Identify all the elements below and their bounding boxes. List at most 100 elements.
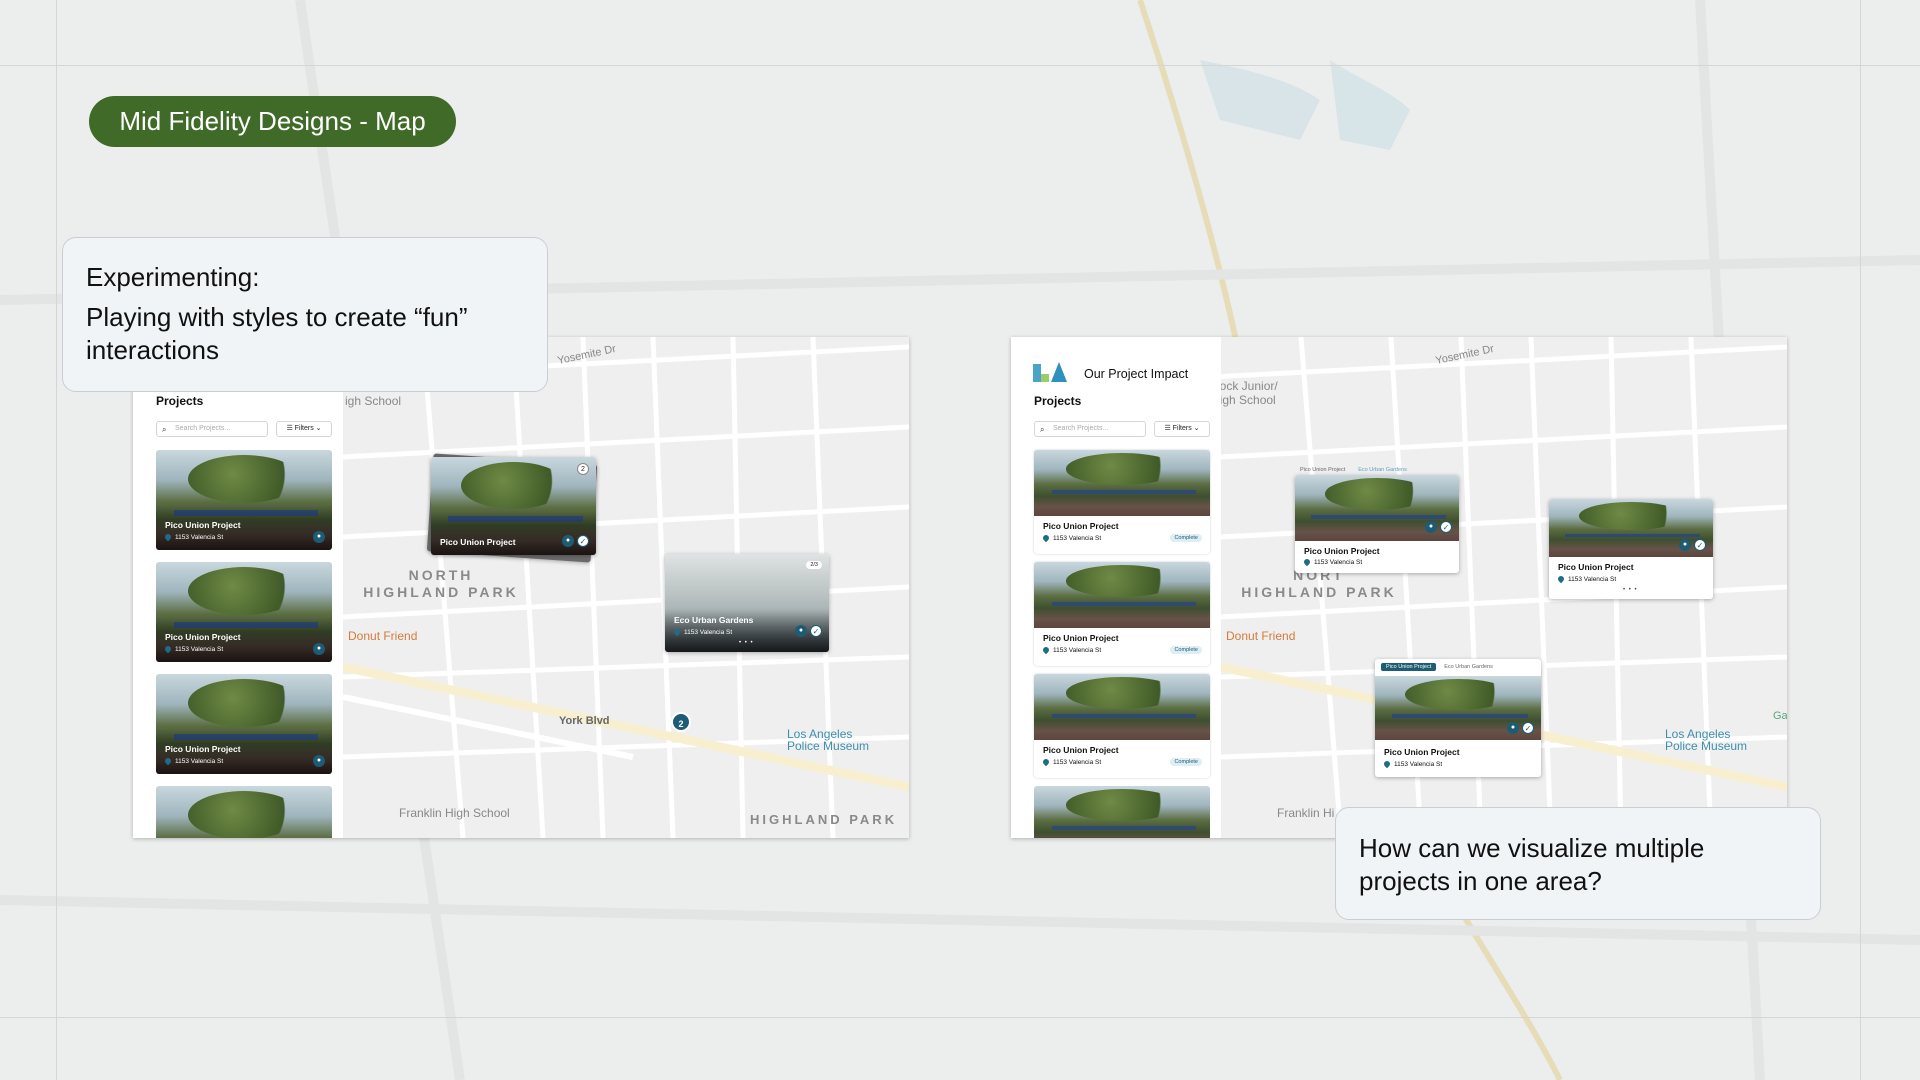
tab-pico-union[interactable]: Pico Union Project [1295,466,1350,474]
check-icon: ✓ [1694,539,1706,551]
card-address: 1153 Valencia St [163,533,223,542]
guide-line-right [1860,0,1861,1080]
card-title: Pico Union Project [165,744,241,754]
filters-button[interactable]: ☰ Filters ⌄ [276,421,332,437]
card-title: Pico Union Project [165,520,241,530]
map-label-franklin: Franklin High School [399,806,510,820]
location-pin-icon [1041,534,1051,543]
map-cluster-marker[interactable]: 2 [671,712,691,732]
note-body: How can we visualize multiple projects i… [1359,833,1705,896]
note-question: How can we visualize multiple projects i… [1335,807,1821,920]
status-badge: Complete [1170,646,1202,654]
carousel-dots: • • • [739,640,754,646]
water-drop-icon: ● [1425,521,1437,533]
status-badge: Complete [1170,758,1202,766]
popup-address: 1153 Valencia St [1382,760,1442,769]
map-label-lapd-museum: Los Angeles Police Museum [1665,727,1748,753]
popup-tabs: Pico Union Project Eco Urban Gardens [1295,466,1415,474]
project-card[interactable]: Pico Union Project 1153 Valencia St Comp… [1034,674,1210,778]
search-input[interactable]: ⌕ Search Projects... [1034,421,1146,437]
water-drop-icon: ● [1679,539,1691,551]
popup-address: 1153 Valencia St [1302,558,1362,567]
title-pill: Mid Fidelity Designs - Map [89,96,456,147]
card-title: Pico Union Project [165,632,241,642]
map-label-franklin: Franklin Hi [1277,806,1335,820]
map-label-rock-junior: Rock Junior/High School [1211,379,1278,407]
project-popup[interactable]: ● ✓ Pico Union Project 1153 Valencia St … [1549,499,1713,599]
project-card[interactable]: Pico Union Project 1153 Valencia St ● [156,562,332,662]
card-address: 1153 Valencia St [163,757,223,766]
water-drop-icon: ● [313,643,325,655]
map-label-donut-friend: Donut Friend [1226,629,1296,643]
map-label-high-school: igh School [345,394,402,408]
search-input[interactable]: ⌕ Search Projects... [156,421,268,437]
card-title: Pico Union Project [1043,633,1119,643]
projects-panel: Our Project Impact Projects ⌕ Search Proj… [1011,337,1221,838]
project-popup-stacked[interactable]: Pico Union Project ● ✓ 2 [431,457,596,555]
popup-title: Pico Union Project [1304,546,1380,556]
project-card[interactable]: Pico Union Project 1153 Valencia St Comp… [1034,450,1210,554]
water-drop-icon: ● [1507,722,1519,734]
brand-logo-icon [1033,362,1067,382]
check-icon: ✓ [1440,521,1452,533]
location-pin-icon [163,533,173,542]
map-label-york: York Blvd [559,715,610,727]
card-address: 1153 Valencia St [1041,534,1101,543]
project-card-partial[interactable] [156,786,332,838]
popup-title: Eco Urban Gardens [674,615,754,625]
popup-title: Pico Union Project [1384,747,1460,757]
card-address: 1153 Valencia St [1041,758,1101,767]
check-icon: ✓ [1522,722,1534,734]
card-title: Pico Union Project [1043,521,1119,531]
popup-tabs: Pico Union Project Eco Urban Gardens [1381,663,1501,671]
location-pin-icon [672,628,682,637]
card-address: 1153 Valencia St [163,645,223,654]
status-badge: Complete [1170,534,1202,542]
map-label-highland-park: HIGHLAND PARK [750,812,898,827]
popup-address: 1153 Valencia St [672,628,732,637]
location-pin-icon [1556,575,1566,584]
water-drop-icon: ● [313,531,325,543]
left-mockup: Yosemite Dr igh School NORTH HIGHLAND PAR… [133,337,909,838]
panel-title: Projects [1034,394,1082,408]
map-label-north-highland-park: NORTH HIGHLAND PARK [363,567,519,600]
location-pin-icon [1302,558,1312,567]
note-body: Playing with styles to create “fun” inte… [86,302,468,365]
card-address: 1153 Valencia St [1041,646,1101,655]
project-popup-tabbed[interactable]: Pico Union Project Eco Urban Gardens ● ✓ … [1375,659,1541,777]
tab-pico-union[interactable]: Pico Union Project [1381,663,1437,671]
water-drop-icon: ● [562,535,574,547]
search-icon: ⌕ [1040,425,1045,434]
project-card[interactable]: Pico Union Project 1153 Valencia St ● [156,674,332,774]
tab-eco-urban[interactable]: Eco Urban Gardens [1439,663,1498,671]
project-popup[interactable]: ● ✓ Pico Union Project 1153 Valencia St [1295,475,1459,573]
project-card[interactable]: Pico Union Project 1153 Valencia St Comp… [1034,562,1210,666]
slide: Mid Fidelity Designs - Map Yosemite Dr i… [0,0,1920,1080]
popup-title: Pico Union Project [1558,562,1634,572]
water-drop-icon: ● [313,755,325,767]
page-count-badge: 2/3 [806,561,822,569]
map-label-ga: Ga [1773,710,1787,722]
popup-title: Pico Union Project [440,537,516,547]
count-badge: 2 [577,463,589,475]
location-pin-icon [1041,646,1051,655]
project-popup-eco[interactable]: Eco Urban Gardens 1153 Valencia St ● ✓ 2… [665,554,829,652]
location-pin-icon [1382,760,1392,769]
filters-button[interactable]: ☰ Filters ⌄ [1154,421,1210,437]
projects-panel: Projects ⌕ Search Projects... ☰ Filters ⌄… [133,337,343,838]
guide-line-bottom [0,1017,1920,1018]
water-drop-icon: ● [795,625,807,637]
tab-eco-urban[interactable]: Eco Urban Gardens [1353,466,1412,474]
brand-title: Our Project Impact [1084,367,1189,381]
location-pin-icon [163,757,173,766]
panel-title: Projects [156,394,204,408]
guide-line-top [0,65,1920,66]
check-icon: ✓ [577,535,589,547]
project-card-partial[interactable] [1034,786,1210,838]
card-title: Pico Union Project [1043,745,1119,755]
note-experimenting: Experimenting: Playing with styles to cr… [62,237,548,392]
map-label-lapd-museum: Los Angeles Police Museum [787,727,870,753]
project-card[interactable]: Pico Union Project 1153 Valencia St ● [156,450,332,550]
search-icon: ⌕ [162,425,167,434]
location-pin-icon [163,645,173,654]
